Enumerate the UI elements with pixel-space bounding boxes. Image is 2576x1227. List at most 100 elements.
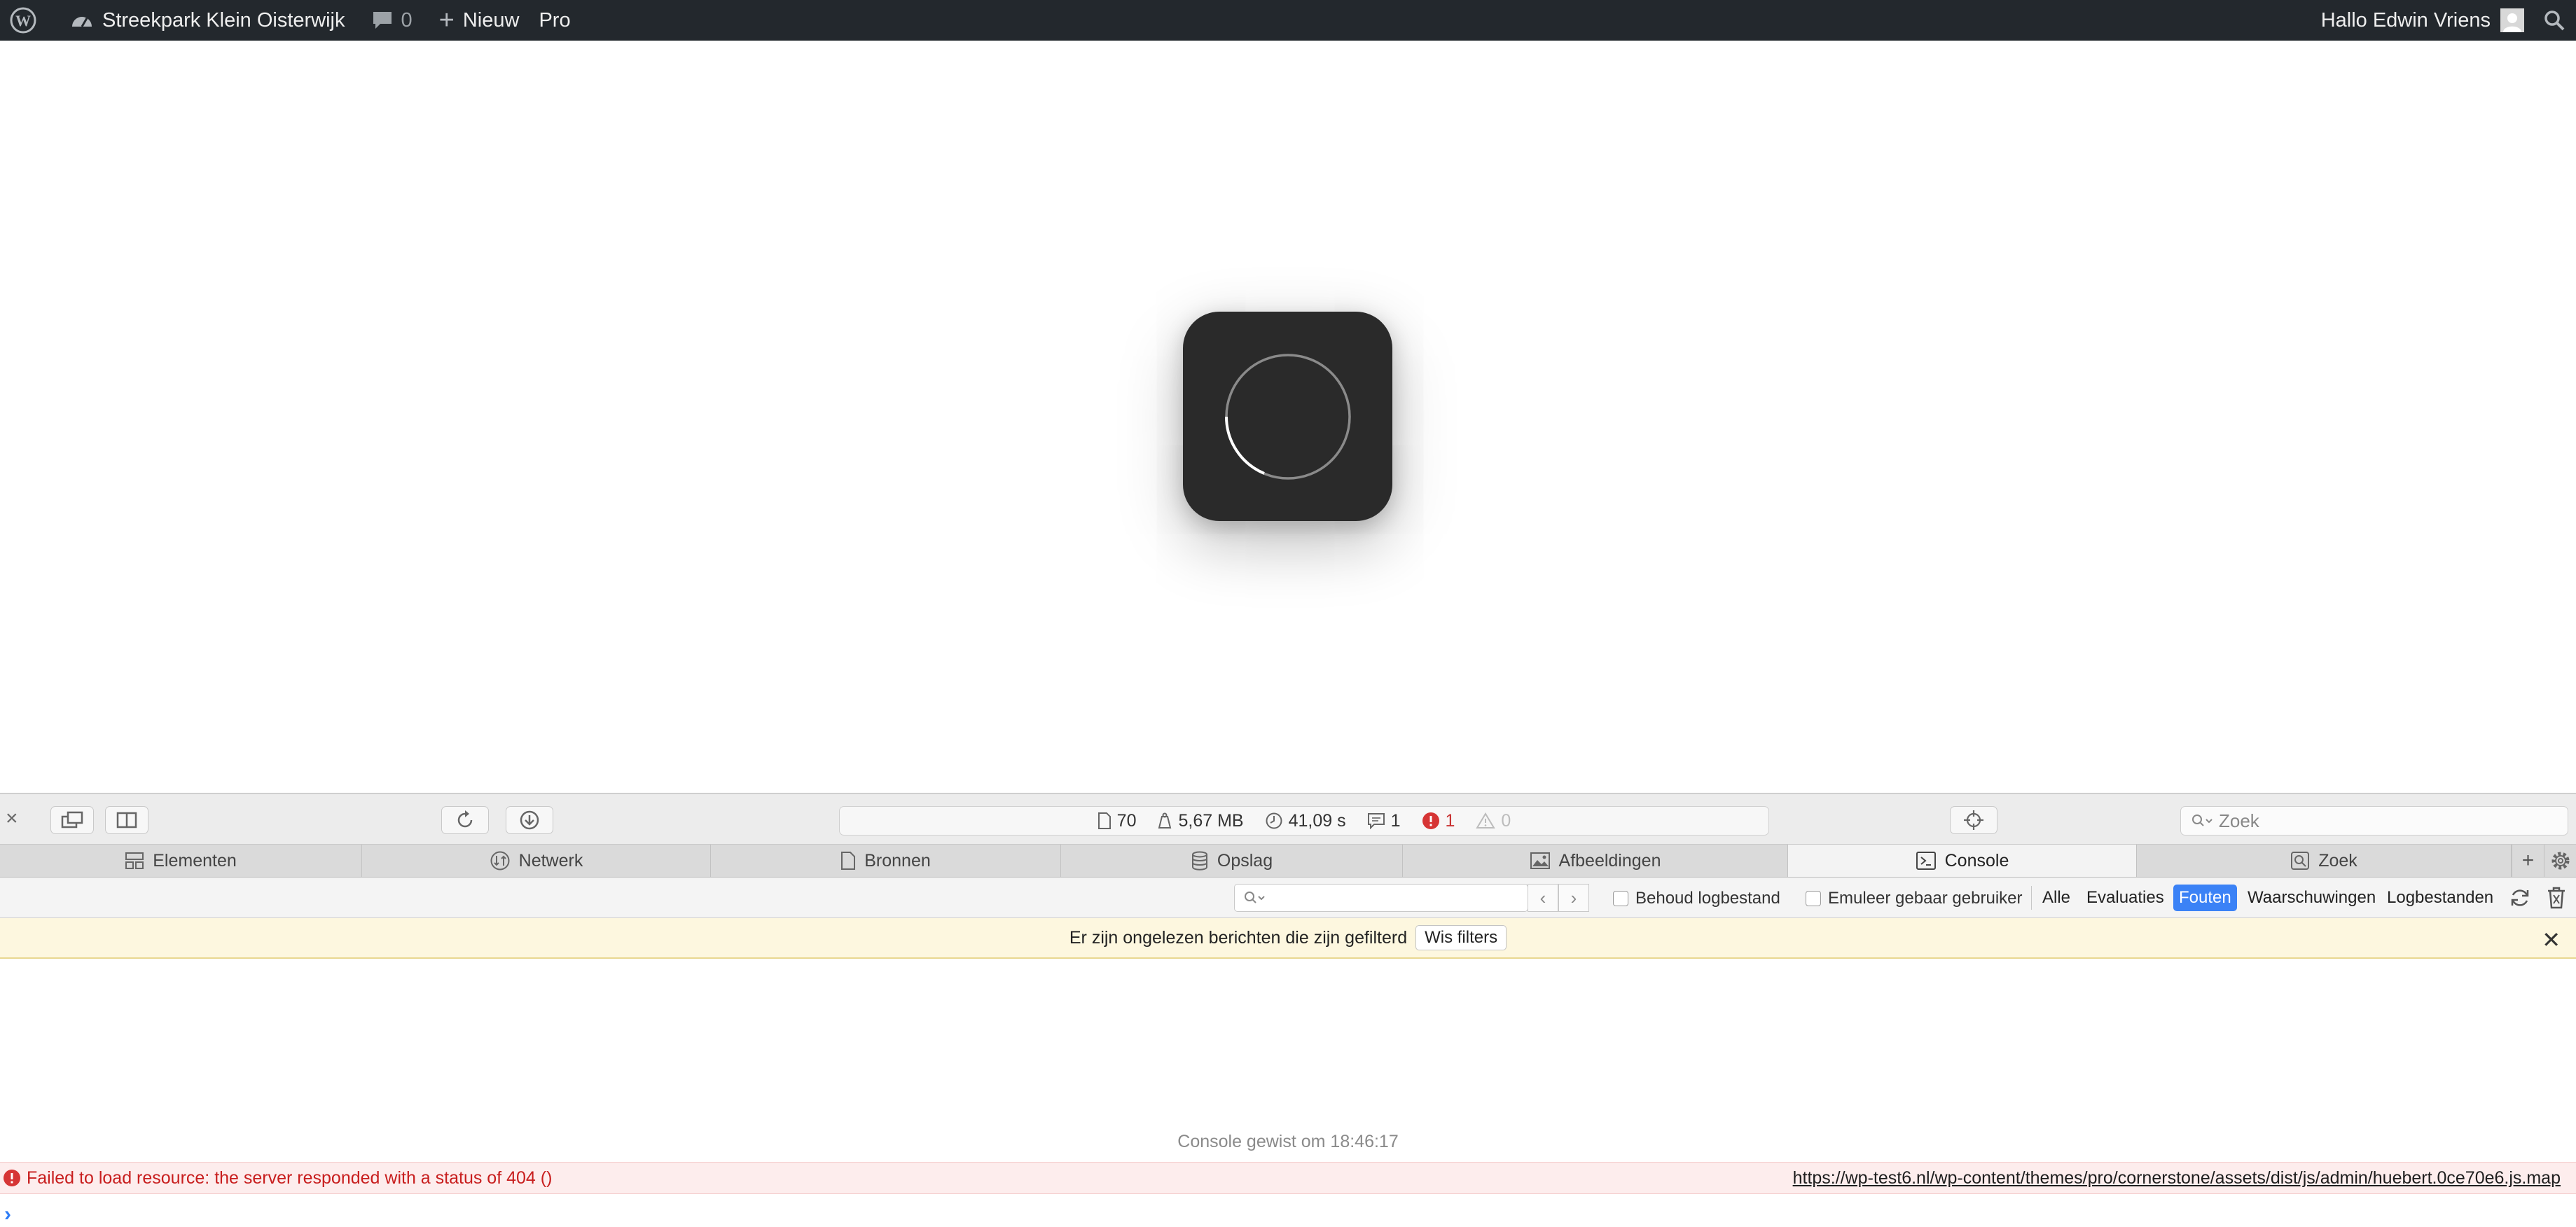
admin-search-button[interactable]: [2534, 0, 2576, 41]
document-icon: [841, 852, 856, 870]
time-stat[interactable]: 41,09 s: [1265, 811, 1346, 831]
refresh-icon: [2511, 889, 2529, 906]
error-icon: [4, 1170, 20, 1186]
wordpress-logo-button[interactable]: W: [0, 0, 46, 41]
tab-graphics[interactable]: Afbeeldingen: [1403, 845, 1788, 877]
clear-console-button[interactable]: [2547, 885, 2566, 911]
console-cleared-message: Console gewist om 18:46:17: [1177, 1132, 1399, 1151]
filter-warnings[interactable]: Waarschuwingen: [2242, 885, 2381, 911]
account-menu[interactable]: Hallo Edwin Vriens: [2311, 0, 2534, 41]
comments-count: 0: [401, 8, 413, 32]
settings-button[interactable]: [2544, 845, 2576, 877]
database-icon: [1191, 851, 1207, 871]
previous-icon[interactable]: ‹: [1528, 884, 1558, 912]
download-icon: [520, 810, 539, 830]
download-button[interactable]: [506, 806, 553, 834]
add-tab-button[interactable]: +: [2512, 845, 2544, 877]
new-content-menu[interactable]: + Nieuw: [429, 0, 529, 41]
weight-icon: [1158, 812, 1172, 829]
tab-search[interactable]: Zoek: [2137, 845, 2512, 877]
tab-console[interactable]: Console: [1788, 845, 2137, 877]
error-message: Failed to load resource: the server resp…: [27, 1167, 553, 1188]
errors-stat[interactable]: 1: [1422, 811, 1455, 831]
filtered-messages-notice: Er zijn ongelezen berichten die zijn gef…: [0, 918, 2576, 959]
wordpress-icon: W: [10, 7, 36, 34]
document-icon: [1097, 812, 1111, 829]
console-output: Console gewist om 18:46:17 Failed to loa…: [0, 959, 2576, 1227]
spinner-ring-icon: [1224, 353, 1351, 480]
avatar: [2500, 8, 2524, 32]
error-source-link[interactable]: https://wp-test6.nl/wp-content/themes/pr…: [1793, 1168, 2561, 1188]
inspect-element-button[interactable]: [1950, 806, 1997, 834]
network-icon: [490, 851, 510, 871]
console-icon: [1916, 852, 1936, 870]
search-icon: [2291, 852, 2310, 870]
divider: [2031, 886, 2032, 910]
devtools-search-input[interactable]: Zoek: [2180, 806, 2568, 836]
checkbox-box[interactable]: [1613, 891, 1628, 906]
split-view-icon: [116, 812, 137, 829]
emulate-user-gesture-checkbox[interactable]: Emuleer gebaar gebruiker: [1806, 889, 2023, 908]
gear-icon: [2551, 852, 2569, 870]
page-content: [0, 41, 2576, 793]
comments-link[interactable]: 0: [362, 0, 422, 41]
logs-stat[interactable]: 1: [1367, 811, 1401, 831]
image-icon: [1530, 852, 1550, 869]
devtools-tabs: Elementen Netwerk Bronnen Opslag Afbeeld…: [0, 845, 2576, 878]
comment-icon: [372, 11, 393, 30]
checkbox-box[interactable]: [1806, 891, 1821, 906]
pro-menu[interactable]: Pro: [529, 0, 580, 41]
tab-storage[interactable]: Opslag: [1061, 845, 1403, 877]
greeting: Hallo Edwin Vriens: [2320, 8, 2491, 32]
page-status-bar: 70 5,67 MB 41,09 s 1 1 0: [839, 806, 1769, 836]
close-icon[interactable]: ×: [6, 808, 18, 829]
notice-text: Er zijn ongelezen berichten die zijn gef…: [1069, 927, 1408, 948]
site-name-link[interactable]: Streekpark Klein Oisterwijk: [60, 0, 355, 41]
filter-all[interactable]: Alle: [2037, 885, 2076, 911]
resources-stat[interactable]: 70: [1097, 811, 1136, 831]
next-icon[interactable]: ›: [1558, 884, 1589, 912]
dock-side-button[interactable]: [105, 806, 148, 834]
new-label: Nieuw: [462, 8, 520, 32]
dashboard-icon: [70, 10, 94, 31]
preserve-log-checkbox[interactable]: Behoud logbestand: [1613, 889, 1780, 908]
site-name: Streekpark Klein Oisterwijk: [102, 8, 345, 32]
reload-button[interactable]: [441, 806, 489, 834]
tab-sources[interactable]: Bronnen: [711, 845, 1061, 877]
clock-icon: [1266, 812, 1282, 829]
message-icon: [1367, 813, 1385, 829]
filter-errors[interactable]: Fouten: [2173, 885, 2237, 911]
undock-button[interactable]: [50, 806, 94, 834]
close-icon[interactable]: ✕: [2542, 927, 2561, 953]
filter-navigation: ‹ ›: [1528, 884, 1589, 912]
elements-icon: [125, 852, 144, 869]
size-stat[interactable]: 5,67 MB: [1157, 811, 1244, 831]
windows-icon: [61, 811, 83, 829]
console-prompt-icon[interactable]: ›: [4, 1202, 11, 1226]
svg-text:W: W: [15, 12, 31, 29]
warning-icon: [1476, 812, 1496, 829]
filter-evaluations[interactable]: Evaluaties: [2081, 885, 2170, 911]
tab-network[interactable]: Netwerk: [362, 845, 711, 877]
filter-logs[interactable]: Logbestanden: [2381, 885, 2499, 911]
plus-icon: +: [438, 5, 455, 35]
search-placeholder: Zoek: [2219, 810, 2259, 831]
search-icon: [1245, 892, 1265, 903]
pro-label: Pro: [539, 8, 571, 32]
warnings-stat[interactable]: 0: [1476, 811, 1511, 831]
console-error-row[interactable]: Failed to load resource: the server resp…: [0, 1162, 2576, 1194]
tab-elements[interactable]: Elementen: [0, 845, 362, 877]
plus-icon: +: [2521, 849, 2535, 872]
wp-admin-bar: W Streekpark Klein Oisterwijk 0 + Nieuw …: [0, 0, 2576, 41]
loading-spinner: [1183, 312, 1392, 521]
error-icon: [1422, 812, 1439, 829]
console-filter-input[interactable]: [1234, 884, 1528, 912]
devtools-toolbar: × 70 5,67 MB 41,09 s 1 1 0 Zoek: [0, 793, 2576, 845]
reload-icon: [457, 810, 473, 828]
trash-icon: [2548, 887, 2565, 909]
auto-refresh-button[interactable]: [2509, 885, 2531, 911]
console-filter-bar: ‹ › Behoud logbestand Emuleer gebaar geb…: [0, 878, 2576, 918]
search-icon: [2192, 814, 2213, 826]
clear-filters-button[interactable]: Wis filters: [1415, 925, 1507, 950]
crosshair-icon: [1964, 810, 1983, 830]
